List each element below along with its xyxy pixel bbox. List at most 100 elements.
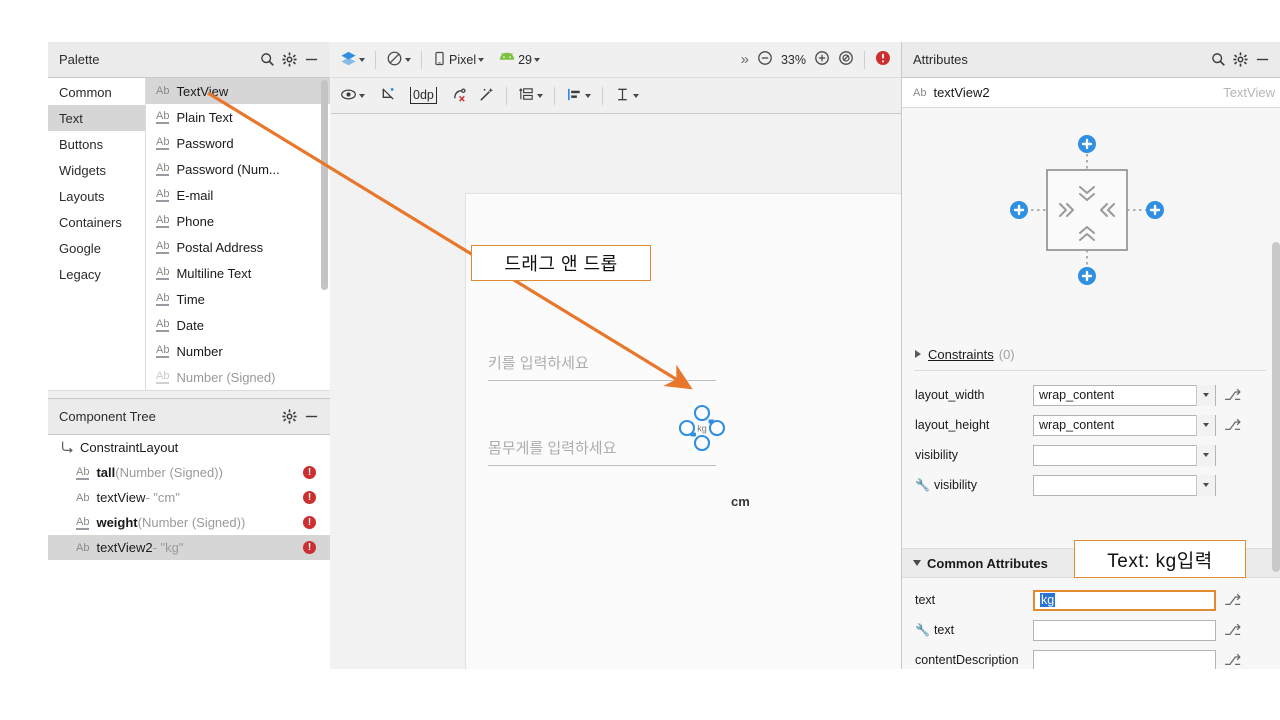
chevron-down-icon xyxy=(633,94,639,98)
resource-picker-icon[interactable]: ⎇ xyxy=(1224,591,1241,609)
resource-picker-icon[interactable]: ⎇ xyxy=(1224,416,1241,434)
constraintlayout-icon xyxy=(60,439,74,456)
ab-icon: Ab xyxy=(156,136,169,150)
palette-item-label: Postal Address xyxy=(176,240,263,255)
table-row[interactable]: Ab tall (Number (Signed)) ! xyxy=(48,460,330,485)
tools-visibility-field[interactable] xyxy=(1033,475,1216,496)
palette-item-multiline-text[interactable]: AbMultiline Text xyxy=(146,260,330,286)
design-canvas[interactable]: 키를 입력하세요 cm 몸무게를 입력하세요 xyxy=(331,114,901,669)
component-tree-body[interactable]: ConstraintLayout Ab tall (Number (Signed… xyxy=(48,435,330,669)
chevron-down-icon[interactable] xyxy=(1196,385,1215,406)
palette-scrollbar[interactable] xyxy=(321,80,328,290)
android-icon xyxy=(498,51,516,68)
palette-body: Common Text Buttons Widgets Layouts Cont… xyxy=(48,78,330,390)
palette-item-date[interactable]: AbDate xyxy=(146,312,330,338)
issue-panel-button[interactable] xyxy=(872,48,901,72)
palette-item-list[interactable]: AbTextView AbPlain Text AbPassword AbPas… xyxy=(146,78,330,390)
attribute-label: layout_height xyxy=(902,418,1033,432)
chevron-down-icon[interactable] xyxy=(1196,475,1215,496)
palette-item-email[interactable]: AbE-mail xyxy=(146,182,330,208)
palette-item-time[interactable]: Ab Time xyxy=(146,286,330,312)
chevron-down-icon xyxy=(405,58,411,62)
text-field[interactable]: kg xyxy=(1033,590,1216,611)
gear-icon[interactable] xyxy=(278,49,300,71)
zoom-fit-button[interactable] xyxy=(835,48,857,72)
api-selector[interactable]: 29 xyxy=(495,48,543,72)
table-row[interactable]: Ab textView - "cm" ! xyxy=(48,485,330,510)
ab-icon: Ab xyxy=(76,466,89,480)
device-selector[interactable]: Pixel xyxy=(429,48,487,72)
minimize-icon[interactable] xyxy=(1251,49,1273,71)
gear-icon[interactable] xyxy=(1229,49,1251,71)
error-icon[interactable]: ! xyxy=(303,491,316,504)
resource-picker-icon[interactable]: ⎇ xyxy=(1224,386,1241,404)
guidelines-button[interactable] xyxy=(611,84,642,108)
palette-category-google[interactable]: Google xyxy=(48,235,145,261)
palette-title: Palette xyxy=(59,52,256,67)
palette-item-phone[interactable]: AbPhone xyxy=(146,208,330,234)
design-mode-button[interactable] xyxy=(337,48,368,72)
attributes-body[interactable]: Constraints (0) layout_width wrap_conten… xyxy=(902,108,1280,669)
chevron-down-icon[interactable] xyxy=(1196,415,1215,436)
visibility-field[interactable] xyxy=(1033,445,1216,466)
palette-item-postal-address[interactable]: AbPostal Address xyxy=(146,234,330,260)
zoom-out-button[interactable] xyxy=(754,48,776,72)
orientation-button[interactable] xyxy=(383,48,414,72)
category-label: Text xyxy=(59,111,83,126)
palette-item-password[interactable]: AbPassword xyxy=(146,130,330,156)
content-description-field[interactable] xyxy=(1033,650,1216,670)
attribute-label: layout_width xyxy=(902,388,1033,402)
palette-category-legacy[interactable]: Legacy xyxy=(48,261,145,287)
constraint-anchor-handles[interactable]: kg xyxy=(678,404,726,452)
constraints-section[interactable]: Constraints (0) xyxy=(902,338,1280,370)
palette-category-common[interactable]: Common xyxy=(48,79,145,105)
palette-category-layouts[interactable]: Layouts xyxy=(48,183,145,209)
hide-constraints-button[interactable] xyxy=(377,84,400,108)
chevron-down-icon[interactable] xyxy=(1196,445,1215,466)
clear-constraints-button[interactable] xyxy=(449,84,472,108)
palette-item-password-numeric[interactable]: AbPassword (Num... xyxy=(146,156,330,182)
constraint-widget[interactable] xyxy=(987,130,1187,310)
palette-category-list[interactable]: Common Text Buttons Widgets Layouts Cont… xyxy=(48,78,146,390)
ab-icon: Ab xyxy=(156,292,169,306)
palette-category-widgets[interactable]: Widgets xyxy=(48,157,145,183)
error-icon[interactable]: ! xyxy=(303,466,316,479)
error-icon[interactable]: ! xyxy=(303,541,316,554)
search-icon[interactable] xyxy=(256,49,278,71)
align-button[interactable] xyxy=(563,84,594,108)
palette-item-plain-text[interactable]: AbPlain Text xyxy=(146,104,330,130)
search-icon[interactable] xyxy=(1207,49,1229,71)
drag-drop-annotation: 드래그 앤 드롭 xyxy=(471,245,651,281)
default-margin-button[interactable]: 0dp xyxy=(407,84,440,108)
palette-category-text[interactable]: Text xyxy=(48,105,145,131)
chevron-down-icon xyxy=(478,58,484,62)
pack-button[interactable] xyxy=(515,84,546,108)
visibility-button[interactable] xyxy=(337,84,368,108)
table-row[interactable]: Ab textView2 - "kg" ! xyxy=(48,535,330,560)
tools-text-field[interactable] xyxy=(1033,620,1216,641)
palette-item-number-signed[interactable]: AbNumber (Signed) xyxy=(146,364,330,390)
tree-node-constraintlayout[interactable]: ConstraintLayout xyxy=(48,435,330,460)
minimize-icon[interactable] xyxy=(300,49,322,71)
tree-node-label: textView2 xyxy=(96,540,152,555)
infer-constraints-button[interactable] xyxy=(475,84,498,108)
layout-width-field[interactable]: wrap_content xyxy=(1033,385,1216,406)
resource-picker-icon[interactable]: ⎇ xyxy=(1224,651,1241,669)
toolbar-overflow-button[interactable]: » xyxy=(738,48,752,72)
ab-icon: Ab xyxy=(156,370,169,384)
tree-node-label: tall xyxy=(96,465,115,480)
error-icon[interactable]: ! xyxy=(303,516,316,529)
palette-category-buttons[interactable]: Buttons xyxy=(48,131,145,157)
gear-icon[interactable] xyxy=(278,406,300,428)
table-row[interactable]: Ab weight (Number (Signed)) ! xyxy=(48,510,330,535)
layout-height-field[interactable]: wrap_content xyxy=(1033,415,1216,436)
zoom-level-label: 33% xyxy=(778,48,809,72)
palette-item-label: Time xyxy=(176,292,204,307)
resource-picker-icon[interactable]: ⎇ xyxy=(1224,621,1241,639)
palette-category-containers[interactable]: Containers xyxy=(48,209,145,235)
minimize-icon[interactable] xyxy=(300,406,322,428)
palette-item-textview[interactable]: AbTextView xyxy=(146,78,330,104)
zoom-in-button[interactable] xyxy=(811,48,833,72)
attributes-scrollbar[interactable] xyxy=(1272,242,1280,572)
palette-item-number[interactable]: AbNumber xyxy=(146,338,330,364)
